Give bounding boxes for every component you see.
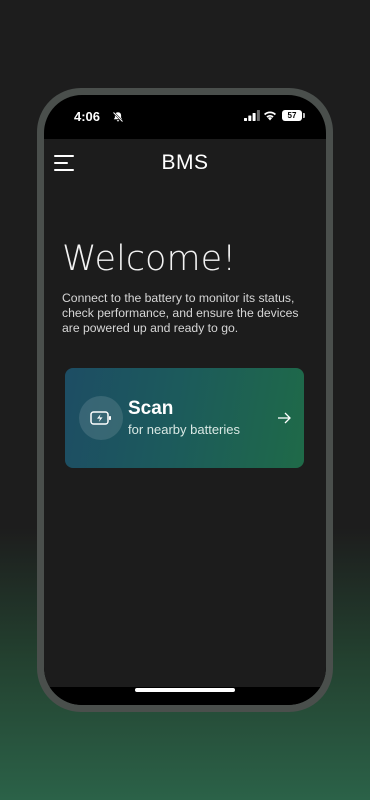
scan-button[interactable]: Scan for nearby batteries — [65, 368, 304, 468]
status-bar: 4:06 57 — [44, 95, 326, 139]
wifi-icon — [264, 111, 276, 121]
scan-subtitle: for nearby batteries — [128, 422, 241, 437]
signal-icon — [244, 110, 260, 121]
battery-icon: 57 — [282, 110, 305, 121]
status-time: 4:06 — [74, 109, 101, 124]
page-title: BMS — [161, 151, 209, 174]
scan-title: Scan — [128, 398, 174, 419]
scan-icon-container — [79, 396, 123, 440]
home-indicator[interactable] — [135, 688, 235, 692]
bell-slash-icon — [112, 111, 124, 123]
welcome-heading: Welcome! — [62, 239, 237, 279]
arrow-right-icon — [278, 412, 291, 424]
home-bar-area — [44, 687, 326, 705]
battery-charging-icon — [90, 411, 111, 425]
welcome-description: Connect to the battery to monitor its st… — [62, 291, 299, 335]
app-screen: BMS Welcome! Connect to the battery to m… — [44, 139, 326, 687]
phone-screen: 4:06 57 BMS Welcome! Connect to the batt… — [44, 95, 326, 705]
phone-frame: 4:06 57 BMS Welcome! Connect to the batt… — [37, 88, 333, 712]
